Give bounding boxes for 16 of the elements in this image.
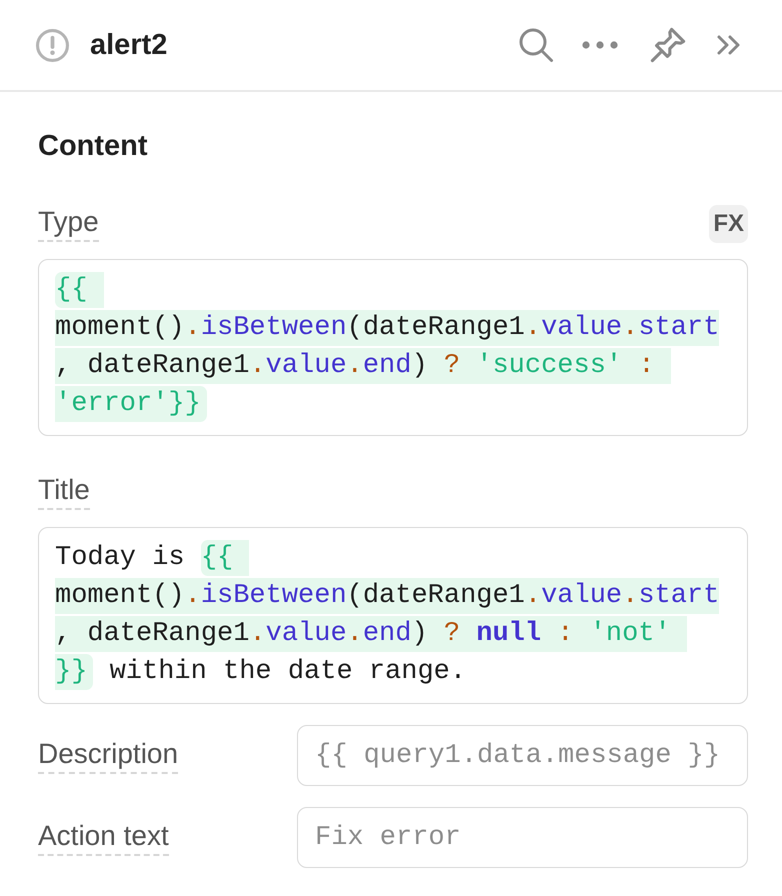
input-field[interactable]: {{ query1.data.message }} <box>297 725 748 786</box>
code-editor-field[interactable]: {{ moment().isBetween(dateRange1.value.start , dateRange1.value.end) ? 'success' : 'error'}} <box>38 259 748 436</box>
double-chevron-icon[interactable] <box>716 34 742 56</box>
field-label: Action text <box>38 820 169 856</box>
pin-icon[interactable] <box>650 27 686 63</box>
code-editor-field[interactable]: Today is {{ moment().isBetween(dateRange1.value.start , dateRange1.value.end) ? null : 'not' }} within the date range. <box>38 527 748 704</box>
field-label: Title <box>38 474 90 510</box>
more-icon[interactable] <box>582 41 618 49</box>
component-name: alert2 <box>90 28 168 62</box>
section-heading: Content <box>38 129 148 164</box>
search-icon[interactable] <box>518 27 554 63</box>
fx-button[interactable]: FX <box>709 205 748 243</box>
alert-icon <box>36 28 69 62</box>
field-label: Type <box>38 206 99 242</box>
input-field[interactable]: Fix error <box>297 807 748 868</box>
field-label: Description <box>38 738 178 774</box>
